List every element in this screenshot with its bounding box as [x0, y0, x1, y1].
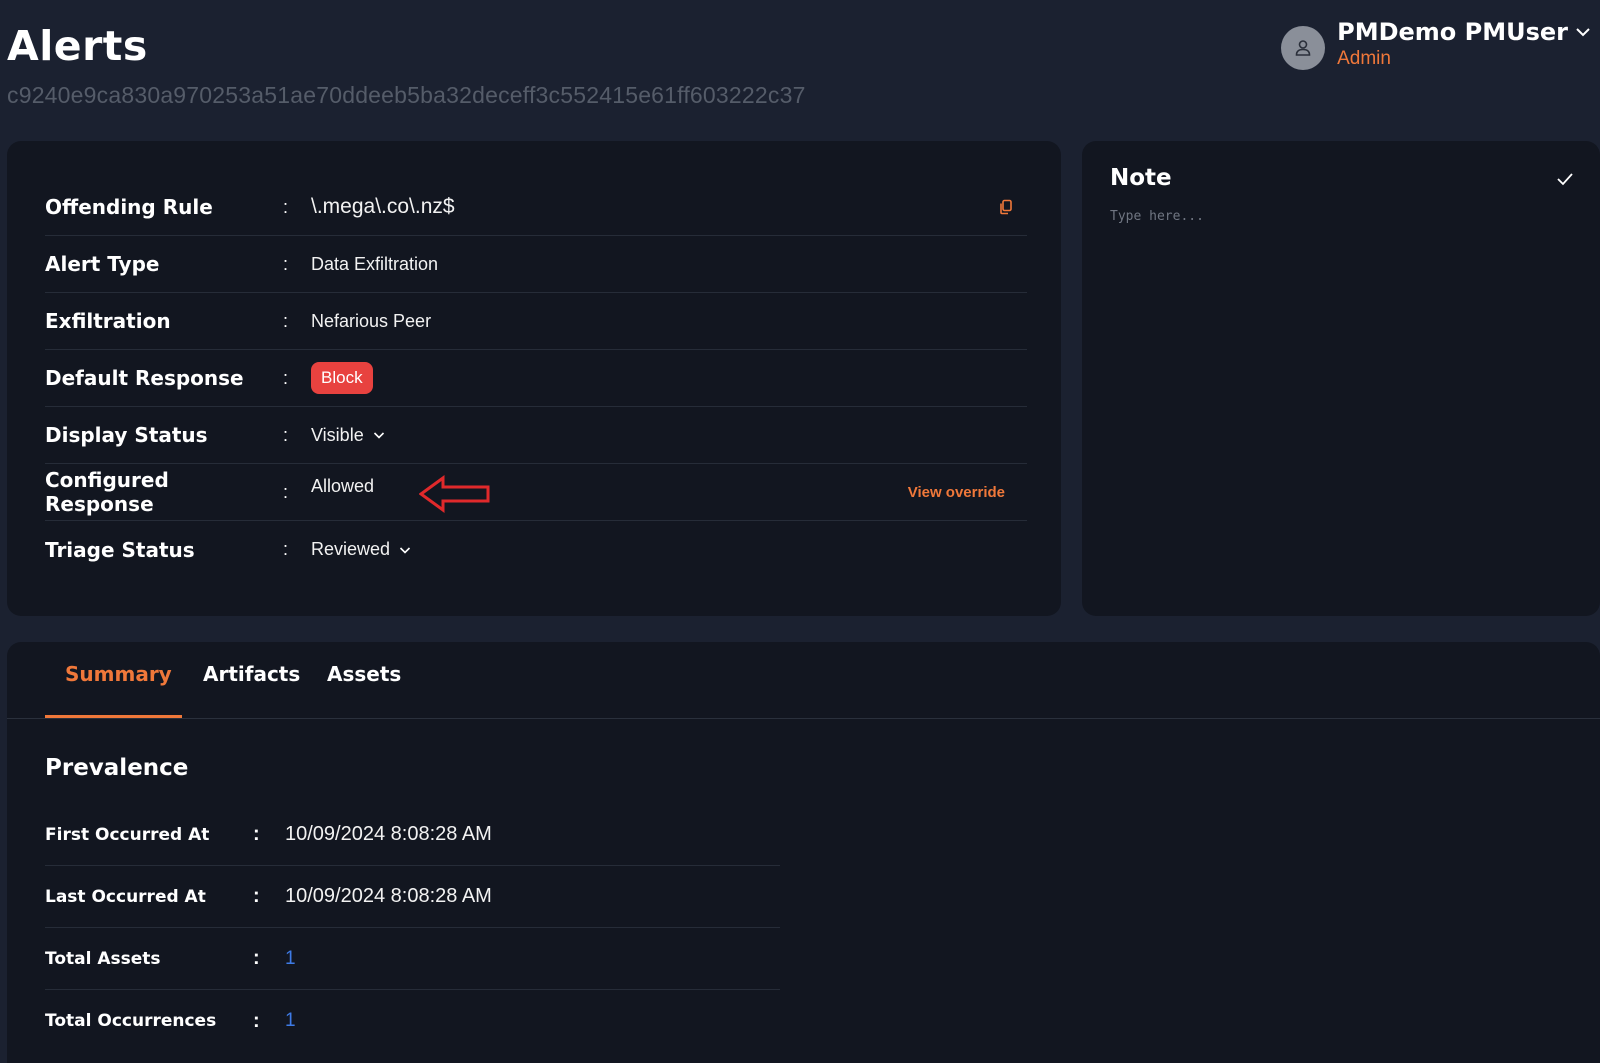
- prevalence-title: Prevalence: [45, 755, 189, 781]
- copy-icon[interactable]: [997, 198, 1015, 216]
- detail-label: Display Status: [45, 423, 208, 447]
- active-tab-indicator: [45, 715, 182, 718]
- detail-row-display-status: Display Status : Visible: [45, 407, 1027, 464]
- detail-colon: :: [283, 196, 289, 217]
- detail-row-configured-response: Configured Response : Allowed View overr…: [45, 464, 1027, 521]
- tab-bar: Summary Artifacts Assets: [7, 642, 1600, 719]
- detail-colon: :: [283, 367, 289, 388]
- tab-summary[interactable]: Summary: [65, 662, 172, 702]
- first-occurred-value: 10/09/2024 8:08:28 AM: [285, 823, 492, 845]
- detail-row-alert-type: Alert Type : Data Exfiltration: [45, 236, 1027, 293]
- alert-detail-page: Alerts c9240e9ca830a970253a51ae70ddeeb5b…: [0, 0, 1600, 1063]
- prevalence-row-total-assets: Total Assets : 1: [45, 928, 780, 990]
- prevalence-label: First Occurred At: [45, 824, 210, 845]
- detail-colon: :: [283, 253, 289, 274]
- last-occurred-value: 10/09/2024 8:08:28 AM: [285, 885, 492, 907]
- note-title: Note: [1110, 165, 1172, 191]
- detail-colon: :: [283, 310, 289, 331]
- prevalence-colon: :: [253, 1009, 260, 1032]
- user-name[interactable]: PMDemo PMUser: [1337, 18, 1568, 46]
- detail-colon: :: [283, 424, 289, 445]
- block-badge: Block: [311, 362, 373, 394]
- detail-row-default-response: Default Response : Block: [45, 350, 1027, 407]
- detail-row-triage-status: Triage Status : Reviewed: [45, 521, 1027, 578]
- exfiltration-value: Nefarious Peer: [311, 310, 432, 331]
- alert-details-card: Offending Rule : \.mega\.co\.nz$ Alert T…: [7, 141, 1061, 616]
- prevalence-row-first-occurred: First Occurred At : 10/09/2024 8:08:28 A…: [45, 804, 780, 866]
- note-card: Note: [1082, 141, 1600, 616]
- check-icon[interactable]: [1556, 171, 1574, 187]
- detail-row-exfiltration: Exfiltration : Nefarious Peer: [45, 293, 1027, 350]
- user-menu[interactable]: PMDemo PMUser Admin: [1281, 18, 1592, 70]
- detail-row-offending-rule: Offending Rule : \.mega\.co\.nz$: [45, 179, 1027, 236]
- triage-status-value: Reviewed: [311, 539, 391, 559]
- detail-label: Exfiltration: [45, 309, 171, 333]
- tab-assets[interactable]: Assets: [327, 662, 401, 702]
- display-status-value: Visible: [311, 424, 364, 445]
- offending-rule-value: \.mega\.co\.nz$: [311, 195, 455, 218]
- page-title: Alerts: [7, 22, 148, 70]
- summary-card: Summary Artifacts Assets Prevalence Firs…: [7, 642, 1600, 1063]
- alert-type-value: Data Exfiltration: [311, 253, 439, 274]
- detail-label: Triage Status: [45, 537, 195, 562]
- detail-label: Default Response: [45, 366, 244, 390]
- prevalence-row-last-occurred: Last Occurred At : 10/09/2024 8:08:28 AM: [45, 866, 780, 928]
- display-status-dropdown[interactable]: Visible: [311, 425, 386, 446]
- detail-colon: :: [283, 481, 289, 502]
- view-override-link[interactable]: View override: [908, 484, 1005, 501]
- detail-colon: :: [283, 539, 289, 559]
- chevron-down-icon: [373, 432, 384, 439]
- detail-label: Alert Type: [45, 252, 160, 276]
- arrow-left-icon: [419, 475, 490, 513]
- chevron-down-icon[interactable]: [1574, 23, 1592, 41]
- prevalence-label: Total Occurrences: [45, 1011, 217, 1031]
- user-icon: [1295, 40, 1311, 56]
- prevalence-label: Total Assets: [45, 948, 161, 969]
- note-input[interactable]: [1110, 209, 1570, 589]
- detail-label: Configured Response: [45, 468, 169, 516]
- prevalence-label: Last Occurred At: [45, 886, 206, 907]
- prevalence-colon: :: [253, 947, 260, 969]
- configured-response-value: Allowed: [311, 475, 375, 496]
- triage-status-dropdown[interactable]: Reviewed: [311, 539, 412, 560]
- chevron-down-icon: [399, 546, 411, 554]
- total-occurrences-link[interactable]: 1: [285, 1010, 296, 1032]
- alert-id: c9240e9ca830a970253a51ae70ddeeb5ba32dece…: [7, 82, 806, 108]
- prevalence-colon: :: [253, 885, 260, 907]
- user-role: Admin: [1337, 48, 1391, 69]
- detail-label: Offending Rule: [45, 195, 213, 219]
- prevalence-colon: :: [253, 823, 260, 845]
- tab-artifacts[interactable]: Artifacts: [203, 662, 300, 702]
- avatar[interactable]: [1281, 26, 1326, 70]
- prevalence-row-total-occurrences: Total Occurrences : 1: [45, 990, 780, 1052]
- total-assets-link[interactable]: 1: [285, 948, 296, 970]
